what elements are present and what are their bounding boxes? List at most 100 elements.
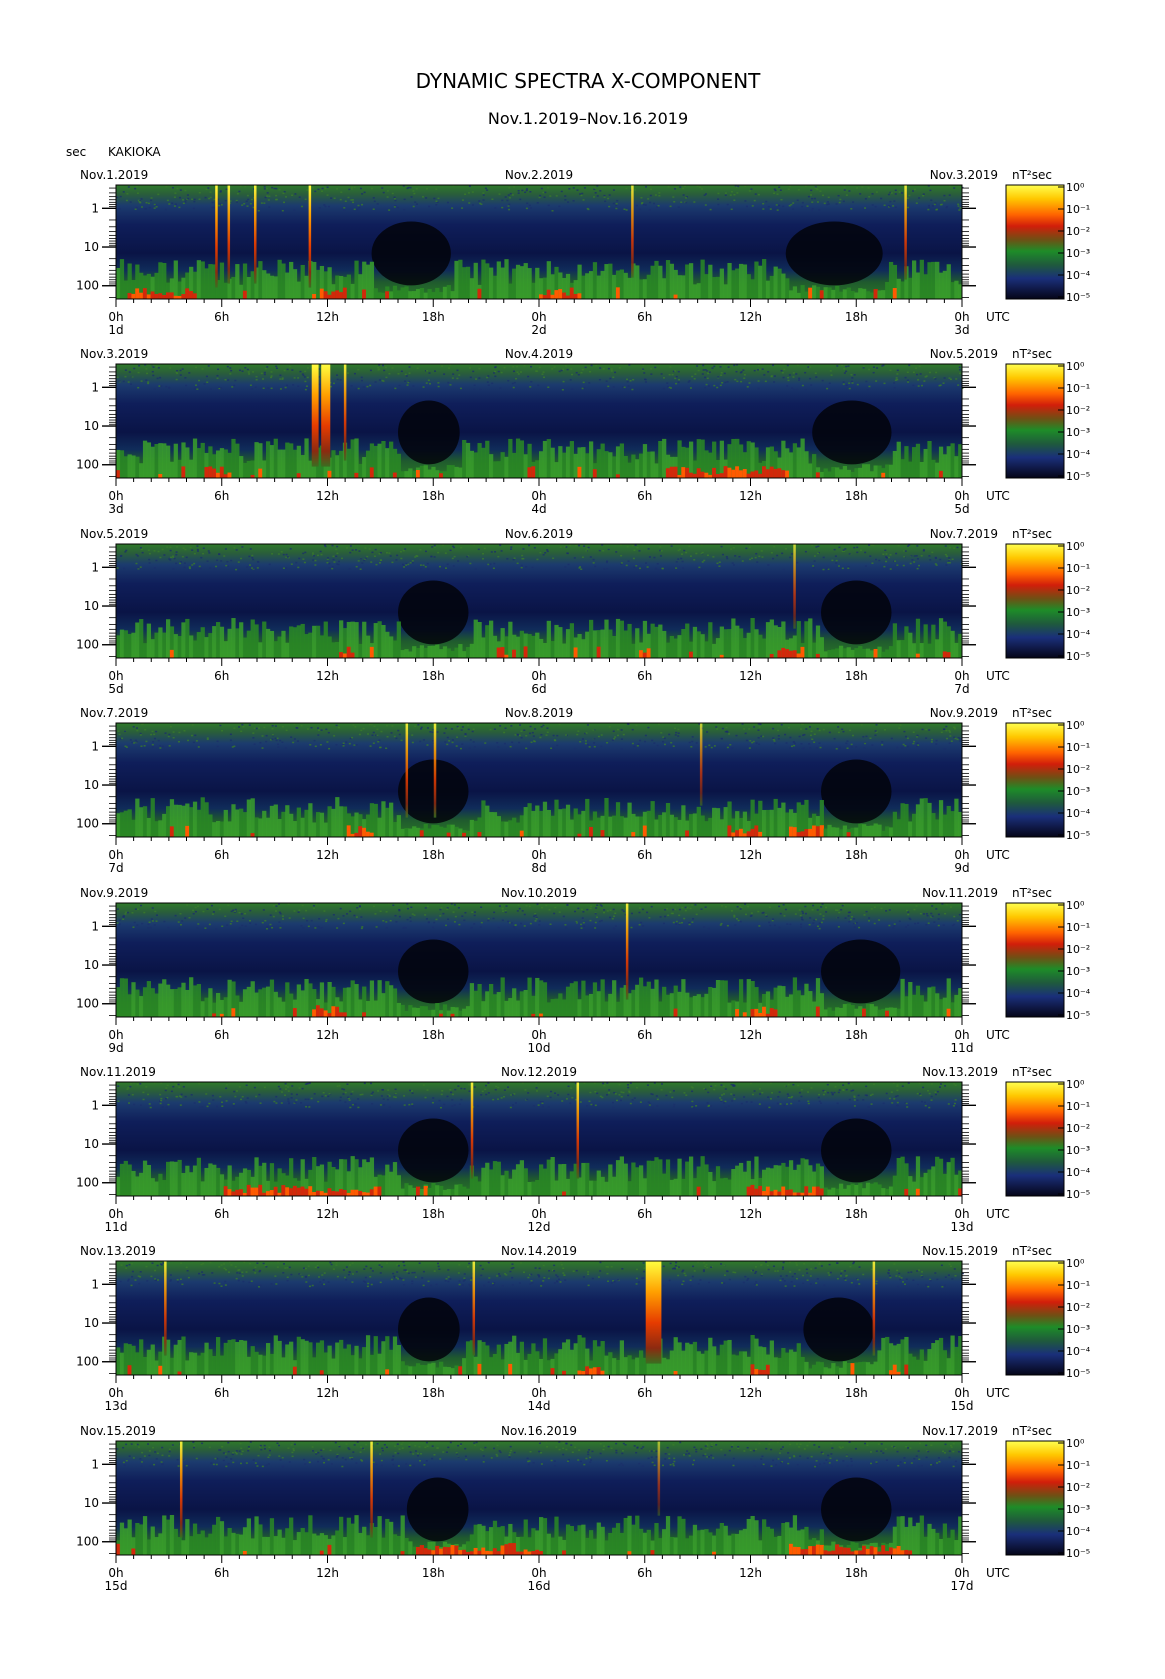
spectral-power-column xyxy=(842,648,848,658)
spectral-noise xyxy=(179,562,182,565)
spectral-noise xyxy=(147,202,150,205)
spectral-noise xyxy=(460,546,463,549)
spectral-noise xyxy=(447,381,450,384)
spectral-noise xyxy=(603,909,606,911)
spectral-noise xyxy=(762,202,765,205)
spectral-noise xyxy=(790,203,793,206)
spectral-noise xyxy=(400,370,403,373)
spectral-noise xyxy=(127,186,130,188)
spectral-power-column xyxy=(677,1158,682,1196)
spectral-noise xyxy=(750,912,753,914)
spectral-noise xyxy=(375,563,378,566)
spectral-noise xyxy=(277,553,280,555)
spectral-power-peak xyxy=(246,1184,251,1196)
spectral-noise xyxy=(698,566,701,569)
spectral-noise xyxy=(523,364,526,367)
spectral-noise xyxy=(930,912,933,915)
spectral-noise xyxy=(922,550,925,552)
spectral-noise xyxy=(320,553,323,556)
spectral-noise xyxy=(911,559,914,561)
spectral-noise xyxy=(677,558,680,560)
spectral-power-column xyxy=(927,802,932,837)
spectral-noise xyxy=(951,558,954,561)
spectral-noise xyxy=(586,724,589,726)
spectral-power-column xyxy=(588,619,594,658)
spectral-noise xyxy=(786,385,789,387)
spectral-power-column xyxy=(558,1164,563,1196)
spectral-noise xyxy=(782,904,785,906)
spectral-noise xyxy=(612,908,615,911)
spectral-noise xyxy=(563,545,566,548)
spectral-power-column xyxy=(738,628,744,658)
spectral-power-column xyxy=(708,264,713,299)
spectral-noise xyxy=(261,735,264,737)
spectral-noise xyxy=(376,203,379,205)
spectral-power-column xyxy=(458,644,463,658)
spectral-noise xyxy=(468,747,471,749)
spectral-power-peak xyxy=(335,1006,340,1017)
spectral-noise xyxy=(196,548,199,551)
spectral-noise xyxy=(905,909,908,912)
spectral-power-column xyxy=(442,471,448,478)
spectral-power-column xyxy=(200,627,205,658)
spectral-noise xyxy=(137,908,140,911)
spectral-noise xyxy=(650,368,653,370)
spectral-noise xyxy=(801,910,804,913)
spectra-panels: 1101000h 6h 12h 18h 0h 6h 12h 18h 0h UTC1d 2d 3dNov… xyxy=(76,168,1091,1593)
spectral-noise xyxy=(264,196,267,199)
spectral-noise xyxy=(911,190,914,192)
spectral-power-column xyxy=(773,625,778,658)
spectral-noise xyxy=(419,740,422,743)
spectral-power-peak xyxy=(881,472,886,478)
spectral-noise xyxy=(801,919,804,921)
spectral-noise xyxy=(675,731,678,734)
spectral-power-column xyxy=(465,1188,471,1196)
spectral-noise xyxy=(302,552,305,555)
spectra-panel: 1101000h 6h 12h 18h 0h 6h 12h 18h 0h UTC5d 6d 7dNov… xyxy=(76,527,1091,696)
spectral-power-peak xyxy=(539,1013,544,1017)
spectral-noise xyxy=(235,549,238,551)
spectral-noise xyxy=(478,200,481,202)
spectral-noise xyxy=(776,554,779,557)
spectral-noise xyxy=(149,1106,152,1109)
spectral-power-peak xyxy=(415,469,421,478)
spectral-power-column xyxy=(546,809,551,837)
spectral-noise xyxy=(791,387,794,389)
spectral-noise xyxy=(241,546,244,548)
spectral-power-column xyxy=(296,445,301,478)
spectral-noise xyxy=(370,1094,373,1096)
spectral-noise xyxy=(644,734,647,737)
spectral-power-column xyxy=(831,1187,836,1196)
colorbar-tick-label: 10⁻⁴ xyxy=(1066,448,1091,461)
spectral-power-peak xyxy=(946,1008,951,1017)
spectral-power-column xyxy=(492,635,498,658)
spectral-noise xyxy=(798,909,801,911)
spectral-power-column xyxy=(888,261,894,299)
spectral-power-column xyxy=(646,981,651,1017)
spectral-noise xyxy=(353,372,356,375)
spectral-noise xyxy=(279,927,282,929)
spectral-noise xyxy=(589,556,592,558)
spectral-noise xyxy=(124,375,127,378)
utc-label: UTC xyxy=(986,848,1010,862)
spectral-noise xyxy=(769,208,772,210)
spectral-power-peak xyxy=(365,831,371,837)
spectral-noise xyxy=(558,911,561,913)
spectral-power-column xyxy=(938,618,944,658)
spectral-noise xyxy=(843,186,846,188)
spectral-noise xyxy=(290,563,293,565)
spectral-power-column xyxy=(635,816,640,837)
x-tick-label: 0h xyxy=(954,310,969,324)
spectral-noise xyxy=(959,207,962,209)
spectral-noise xyxy=(741,560,744,562)
spectral-power-column xyxy=(350,439,355,478)
spectral-noise xyxy=(922,388,925,391)
spectral-power-column xyxy=(273,991,278,1017)
spectral-noise xyxy=(567,563,570,566)
spectral-noise xyxy=(473,1086,476,1088)
spectral-noise xyxy=(604,200,607,203)
colorbar-tick-label: 10⁻¹ xyxy=(1066,741,1090,754)
spectral-power-column xyxy=(189,1172,194,1196)
spectral-noise xyxy=(147,923,150,926)
spectral-noise xyxy=(689,907,692,910)
